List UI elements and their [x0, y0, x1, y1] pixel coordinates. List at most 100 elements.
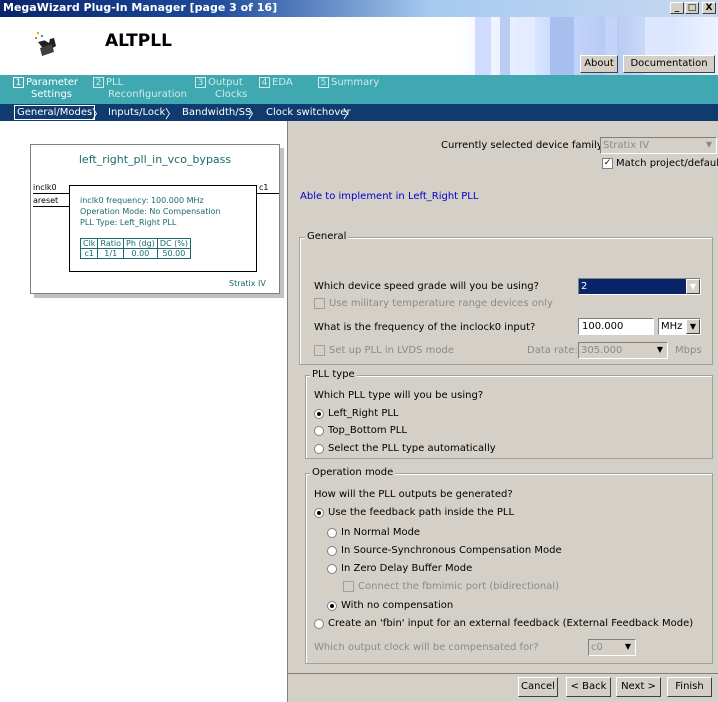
step-number: 2 [93, 77, 104, 88]
match-project-label: Match project/default [616, 158, 718, 169]
chevron-right-icon: 〉 [165, 107, 178, 121]
fbmimic-label: Connect the fbmimic port (bidirectional) [358, 581, 560, 592]
table-cell: 0.00 [123, 248, 158, 259]
step-number: 5 [318, 77, 329, 88]
step-label: PLL [106, 77, 124, 88]
pll-type-group-label: PLL type [310, 369, 357, 380]
lvds-mode-checkbox[interactable] [314, 345, 325, 356]
clock-table: Clk Ratio Ph (dg) DC (%) c1 1/1 0.00 50.… [79, 238, 191, 259]
port-c1: c1 [259, 183, 269, 192]
data-rate-select[interactable]: 305.000 ▼ [578, 342, 668, 359]
pll-info-mode: Operation Mode: No Compensation [80, 207, 221, 216]
substep-bar: General/Modes 〉 Inputs/Lock 〉 Bandwidth/… [0, 104, 718, 121]
subtab-clock-switchover[interactable]: Clock switchover [266, 106, 351, 119]
step-bar: 1 Parameter Settings 2 PLL Reconfiguration 3… [0, 75, 718, 104]
table-header: Ratio [97, 238, 124, 249]
source-sync-label: In Source-Synchronous Compensation Mode [341, 545, 562, 556]
frequency-unit-select[interactable]: MHz ▼ [658, 318, 701, 335]
input-frequency-field[interactable]: 100.000 [578, 318, 654, 335]
external-feedback-radio[interactable] [314, 619, 324, 629]
no-compensation-radio[interactable] [327, 601, 337, 611]
table-row: c1 1/1 0.00 50.00 [79, 248, 191, 259]
chevron-right-icon: 〉 [92, 107, 105, 121]
chevron-down-icon: ▼ [702, 138, 716, 153]
pll-type-top-bottom-radio[interactable] [314, 426, 324, 436]
pll-type-auto-radio[interactable] [314, 444, 324, 454]
data-rate-value: 305.000 [581, 345, 623, 356]
pll-type-auto-label: Select the PLL type automatically [328, 443, 496, 454]
step-label: Clocks [215, 89, 248, 100]
pll-type-left-right-radio[interactable] [314, 409, 324, 419]
chevron-down-icon: ▼ [686, 279, 700, 294]
subtab-bandwidth-ss[interactable]: Bandwidth/SS [182, 106, 251, 119]
source-sync-radio[interactable] [327, 546, 337, 556]
port-line [33, 193, 69, 194]
finish-button[interactable]: Finish [667, 677, 712, 697]
about-button[interactable]: About [580, 55, 618, 73]
speed-grade-select[interactable]: 2 ▼ [578, 278, 701, 295]
port-line [257, 193, 279, 194]
match-project-checkbox[interactable]: ✓ [602, 158, 613, 169]
speed-grade-value: 2 [581, 281, 588, 292]
tab-output-clocks[interactable]: 3 Output Clocks [195, 77, 247, 101]
pll-symbol-diagram: left_right_pll_in_vco_bypass inclk0 ares… [30, 144, 280, 294]
pll-info-type: PLL Type: Left_Right PLL [80, 218, 177, 227]
operation-mode-group-label: Operation mode [310, 467, 396, 478]
port-inclk0: inclk0 [33, 183, 57, 192]
subtab-inputs-lock[interactable]: Inputs/Lock [108, 106, 165, 119]
military-temp-label: Use military temperature range devices o… [329, 298, 553, 309]
zero-delay-label: In Zero Delay Buffer Mode [341, 563, 473, 574]
tab-parameter-settings[interactable]: 1 Parameter Settings [13, 77, 78, 101]
back-button[interactable]: < Back [566, 677, 611, 697]
device-family-label: Stratix IV [229, 279, 266, 288]
input-frequency-label: What is the frequency of the inclock0 in… [314, 322, 536, 333]
step-label: Parameter [26, 77, 79, 88]
device-family-select[interactable]: Stratix IV ▼ [600, 137, 717, 154]
documentation-button[interactable]: Documentation [623, 55, 715, 73]
fbmimic-checkbox[interactable] [343, 581, 354, 592]
cancel-button[interactable]: Cancel [518, 677, 558, 697]
tab-summary[interactable]: 5 Summary [318, 77, 379, 89]
step-label: Settings [31, 89, 73, 100]
zero-delay-radio[interactable] [327, 564, 337, 574]
chevron-right-icon: 〉 [248, 107, 261, 121]
feedback-path-radio[interactable] [314, 508, 324, 518]
status-message: Able to implement in Left_Right PLL [300, 191, 479, 202]
data-rate-unit: Mbps [675, 345, 702, 356]
chevron-down-icon: ▼ [653, 343, 667, 358]
operation-question: How will the PLL outputs be generated? [314, 489, 513, 500]
data-rate-label: Data rate: [527, 345, 578, 356]
table-header: DC (%) [156, 238, 191, 249]
chevron-right-icon: 〉 [343, 107, 356, 121]
compensated-clock-value: c0 [591, 642, 603, 653]
pll-type-top-bottom-label: Top_Bottom PLL [328, 425, 407, 436]
window-title: MegaWizard Plug-In Manager [page 3 of 16… [3, 1, 278, 14]
pll-info-frequency: inclk0 frequency: 100.000 MHz [80, 196, 204, 205]
subtab-general-modes[interactable]: General/Modes [14, 105, 96, 120]
close-button[interactable]: X [702, 2, 716, 14]
general-group-label: General [305, 231, 349, 242]
table-cell: c1 [79, 248, 99, 259]
maximize-button[interactable]: □ [685, 2, 699, 14]
chevron-down-icon: ▼ [621, 640, 635, 655]
normal-mode-radio[interactable] [327, 528, 337, 538]
table-cell: 50.00 [156, 248, 191, 259]
lvds-mode-label: Set up PLL in LVDS mode [329, 345, 455, 356]
table-header-row: Clk Ratio Ph (dg) DC (%) [79, 238, 191, 249]
port-line [33, 206, 69, 207]
next-button[interactable]: Next > [616, 677, 661, 697]
military-temp-checkbox[interactable] [314, 298, 325, 309]
device-family-value: Stratix IV [603, 140, 650, 151]
pll-block: inclk0 frequency: 100.000 MHz Operation … [69, 185, 257, 272]
tab-pll-reconfiguration[interactable]: 2 PLL Reconfiguration [93, 77, 187, 101]
table-header: Ph (dg) [123, 238, 158, 249]
compensated-clock-select[interactable]: c0 ▼ [588, 639, 636, 656]
pll-instance-name: left_right_pll_in_vco_bypass [78, 153, 232, 166]
feedback-path-label: Use the feedback path inside the PLL [328, 507, 515, 518]
wizard-icon [32, 30, 62, 58]
tab-eda[interactable]: 4 EDA [259, 77, 293, 89]
table-header: Clk [79, 238, 99, 249]
minimize-button[interactable]: _ [670, 2, 684, 14]
app-title: ALTPLL [105, 31, 172, 51]
step-number: 3 [195, 77, 206, 88]
